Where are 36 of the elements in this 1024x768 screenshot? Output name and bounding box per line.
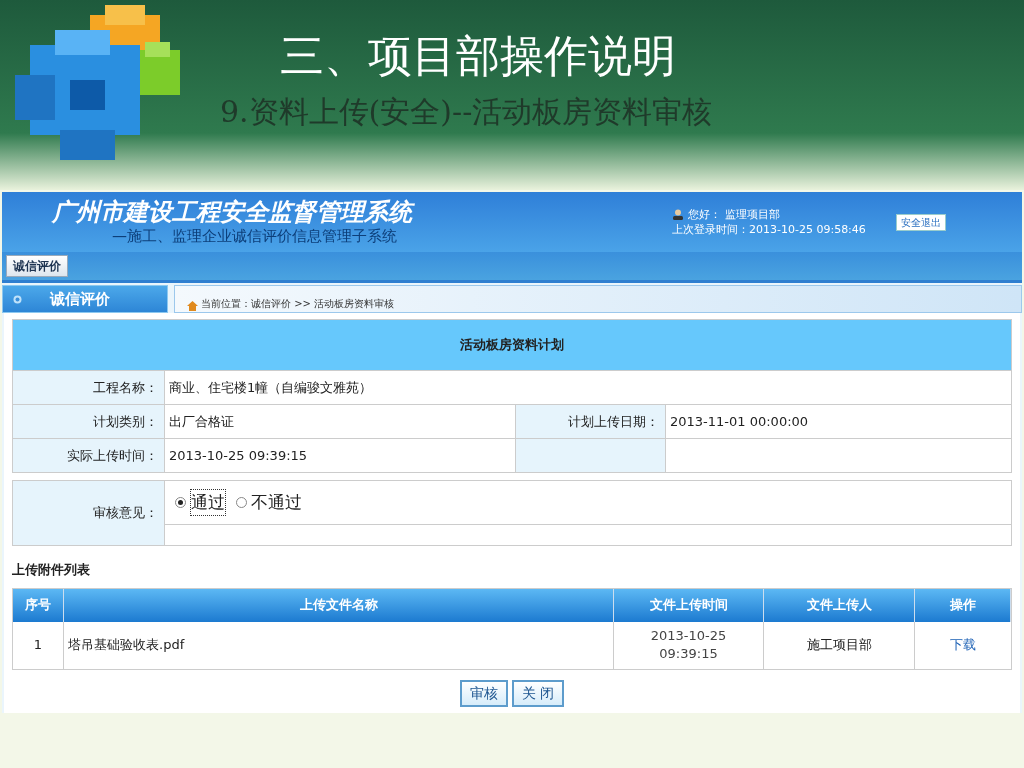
table-cell-text: 2013-10-25 09:39:15: [649, 627, 728, 663]
table-cell: 1: [13, 621, 64, 669]
column-header: 上传文件名称: [64, 588, 614, 622]
logout-button[interactable]: 安全退出: [895, 213, 946, 231]
sidebar-heading-text: 诚信评价: [50, 288, 110, 310]
nav-tab[interactable]: 诚信评价: [6, 255, 68, 277]
field-label: 实际上传时间：: [13, 439, 165, 472]
breadcrumb-text: 当前位置：诚信评价 >> 活动板房资料审核: [201, 297, 395, 311]
field-label: 计划上传日期：: [516, 405, 666, 438]
system-subtitle: —施工、监理企业诚信评价信息管理子系统: [111, 226, 398, 246]
user-icon: [672, 209, 684, 220]
system-title: 广州市建设工程安全监督管理系统: [52, 198, 652, 226]
download-link[interactable]: 下载: [950, 635, 976, 655]
greeting-text: 您好：: [688, 207, 721, 222]
table-cell: 塔吊基础验收表.pdf: [64, 621, 614, 669]
bullet-icon: [13, 294, 22, 304]
slide-title: 三、项目部操作说明: [280, 29, 677, 83]
action-button[interactable]: 关 闭: [511, 679, 565, 707]
column-header: 操作: [915, 588, 1011, 622]
user-name: 监理项目部: [725, 207, 780, 222]
field-label: 计划类别：: [13, 405, 165, 438]
column-header: 文件上传人: [764, 588, 915, 622]
plan-title: 活动板房资料计划: [13, 320, 1011, 370]
field-label: 工程名称：: [13, 371, 165, 404]
review-label: 审核意见：: [13, 481, 165, 545]
last-login-time: 上次登录时间：2013-10-25 09:58:46: [672, 222, 866, 237]
table-cell: 施工项目部: [764, 621, 915, 669]
attachments-title: 上传附件列表: [12, 561, 91, 579]
field-value: 2013-11-01 00:00:00: [669, 412, 810, 431]
field-value: 商业、住宅楼1幢（自编骏文雅苑）: [168, 378, 374, 397]
column-header: 序号: [13, 588, 64, 622]
action-button[interactable]: 审核: [459, 679, 508, 707]
column-header: 文件上传时间: [614, 588, 764, 622]
home-icon: [187, 301, 198, 311]
slide-subtitle: 9.资料上传(安全)--活动板房资料审核: [220, 93, 713, 131]
review-radio[interactable]: 不通过: [236, 489, 302, 516]
